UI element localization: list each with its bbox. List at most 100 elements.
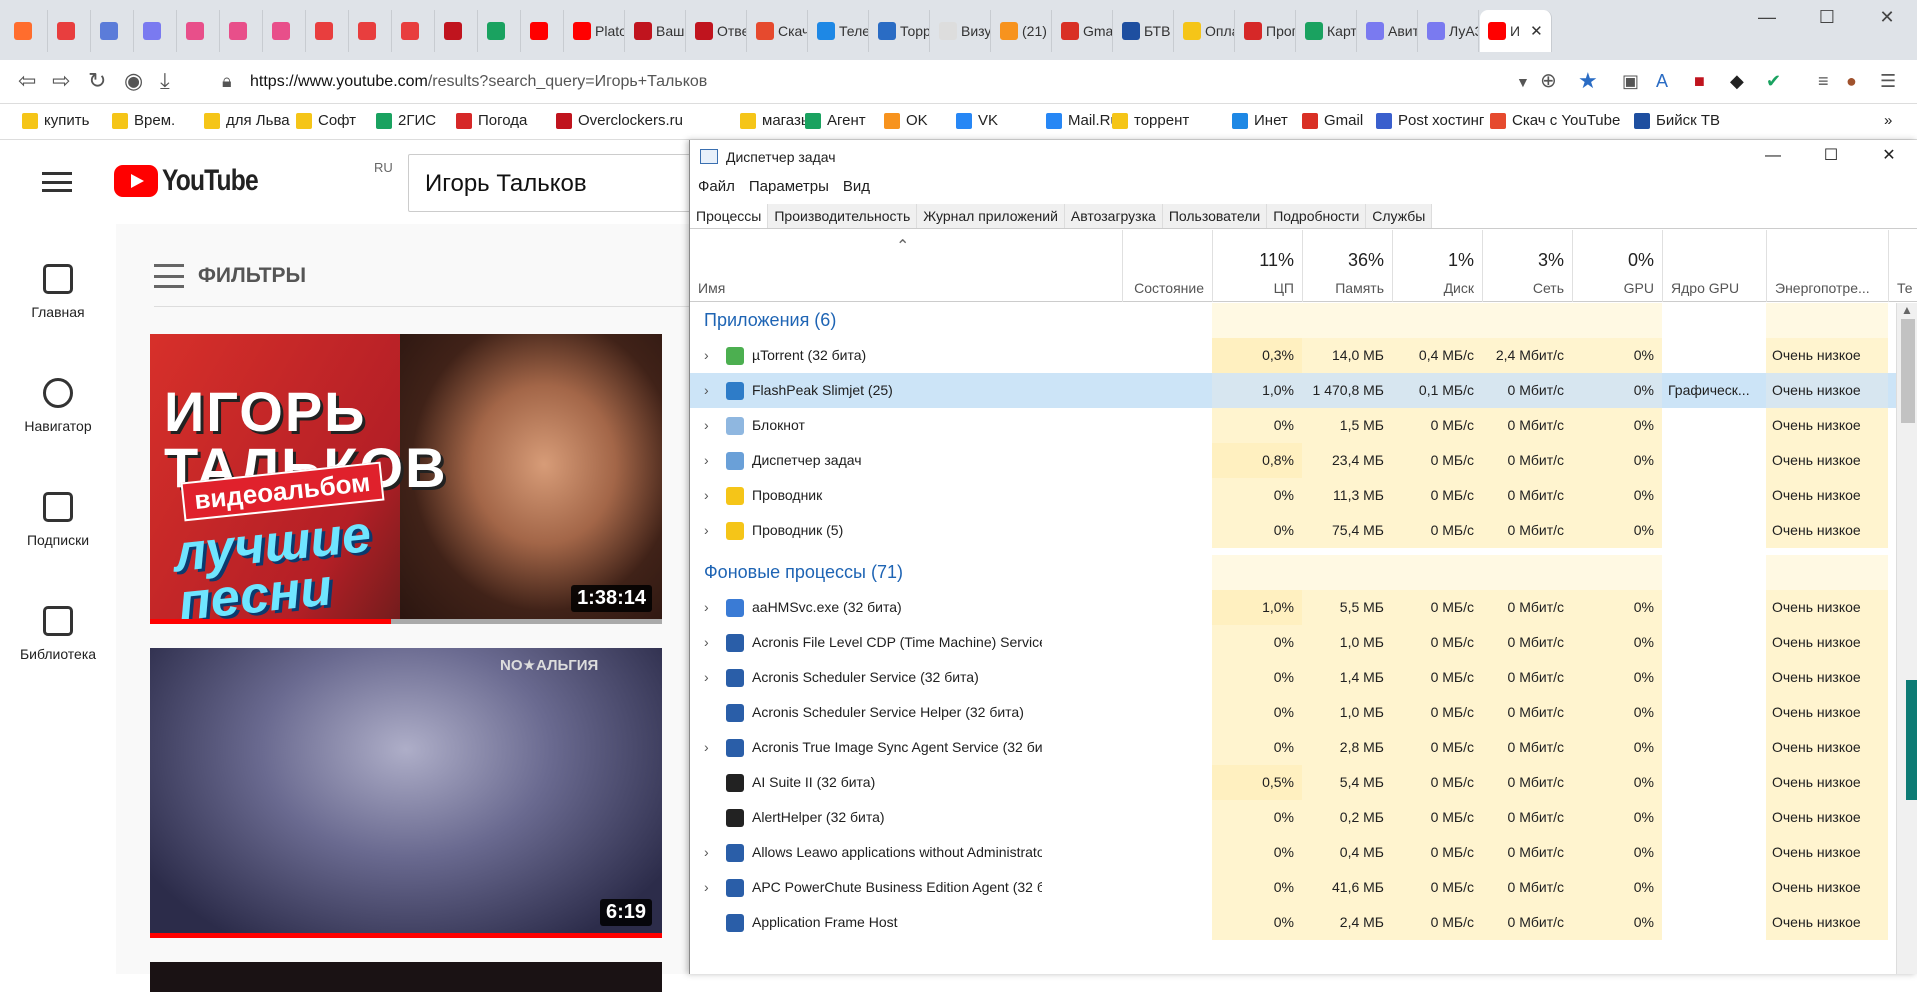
bookmark-item[interactable]: 2ГИС	[376, 112, 436, 129]
tab-users[interactable]: Пользователи	[1162, 204, 1268, 228]
column-memory[interactable]: 36% Память	[1302, 230, 1392, 302]
back-arrow-icon[interactable]: ⇦	[18, 68, 36, 94]
browser-tab[interactable]: Прог	[1236, 10, 1296, 52]
expand-chevron-icon[interactable]: ›	[704, 373, 709, 408]
bookmark-item[interactable]: Погода	[456, 112, 527, 129]
close-button[interactable]: ✕	[1860, 140, 1917, 172]
process-row[interactable]: › Acronis Scheduler Service (32 бита) 0% 1,…	[690, 660, 1896, 695]
browser-tab[interactable]: Отве	[687, 10, 747, 52]
minimize-button[interactable]: —	[1737, 0, 1797, 40]
bookmark-item[interactable]: торрент	[1112, 112, 1189, 129]
browser-tab[interactable]	[522, 10, 564, 52]
maximize-button[interactable]: ☐	[1802, 140, 1860, 172]
url-field[interactable]: https://www.youtube.com/results?search_q…	[250, 73, 707, 91]
scrollbar[interactable]: ▲	[1896, 303, 1917, 974]
bookmark-item[interactable]: Mail.Ru	[1046, 112, 1119, 129]
tab-startup[interactable]: Автозагрузка	[1064, 204, 1163, 228]
tab-details[interactable]: Подробности	[1267, 204, 1367, 228]
process-row[interactable]: › Проводник 0% 11,3 МБ 0 МБ/с 0 Мбит/с 0% Очень…	[690, 478, 1896, 513]
video-thumbnail[interactable]: ИГОРЬ ТАЛЬКОВ видеоальбом лучшие песни 1:3…	[150, 334, 662, 624]
process-row[interactable]: › Проводник (5) 0% 75,4 МБ 0 МБ/с 0 Мбит/с 0% О…	[690, 513, 1896, 548]
browser-tab[interactable]	[350, 10, 392, 52]
download-icon[interactable]: ⤓	[160, 68, 170, 94]
tab-performance[interactable]: Производительность	[768, 204, 918, 228]
sidebar-item-subscriptions[interactable]: Подписки	[0, 492, 116, 548]
browser-tab[interactable]: ЛуАЗ	[1419, 10, 1479, 52]
browser-tab[interactable]: Ваш	[626, 10, 686, 52]
extension-icon[interactable]: ■	[1694, 71, 1705, 92]
reload-icon[interactable]: ↻	[88, 68, 106, 94]
bookmark-item[interactable]: Инет	[1232, 112, 1288, 129]
hamburger-menu-icon[interactable]	[42, 172, 72, 192]
dropdown-icon[interactable]: ▼	[1516, 74, 1530, 90]
bookmark-item[interactable]: OK	[884, 112, 928, 129]
bookmark-item[interactable]: купить	[22, 112, 89, 129]
bookmark-item[interactable]: Агент	[805, 112, 866, 129]
browser-tab[interactable]	[307, 10, 349, 52]
youtube-logo[interactable]: YouTube RU	[114, 160, 393, 198]
bookmark-item[interactable]: Бийск ТВ	[1634, 112, 1720, 129]
bookmark-item[interactable]: Overclockers.ru	[556, 112, 683, 129]
bookmark-item[interactable]: Софт	[296, 112, 356, 129]
process-row[interactable]: Application Frame Host 0% 2,4 МБ 0 МБ/с 0 Мб…	[690, 905, 1896, 940]
browser-tab[interactable]: Скач	[748, 10, 808, 52]
bookmark-item[interactable]: Врем.	[112, 112, 175, 129]
browser-tab[interactable]	[264, 10, 306, 52]
video-thumbnail[interactable]	[150, 962, 662, 992]
camera-icon[interactable]: ▣	[1622, 71, 1639, 92]
browser-tab[interactable]	[436, 10, 478, 52]
bookmarks-overflow-button[interactable]: »	[1884, 112, 1892, 129]
sidebar-item-explore[interactable]: Навигатор	[0, 378, 116, 434]
bookmark-item[interactable]: Gmail	[1302, 112, 1363, 129]
minimize-button[interactable]: —	[1744, 140, 1802, 172]
process-row[interactable]: › APC PowerChute Business Edition Agent (…	[690, 870, 1896, 905]
bookmark-item[interactable]: магазы	[740, 112, 812, 129]
tab-services[interactable]: Службы	[1366, 204, 1433, 228]
expand-chevron-icon[interactable]: ›	[704, 835, 709, 870]
browser-tab[interactable]	[92, 10, 134, 52]
browser-tab[interactable]: Теле	[809, 10, 869, 52]
column-name[interactable]: Имя	[690, 230, 1122, 302]
browser-tab[interactable]	[178, 10, 220, 52]
browser-tab[interactable]: И ✕	[1480, 10, 1552, 52]
browser-tab[interactable]	[49, 10, 91, 52]
sidebar-item-library[interactable]: Библиотека	[0, 606, 116, 662]
extension-icon[interactable]: ●	[1846, 71, 1857, 92]
column-gpu-engine[interactable]: Ядро GPU	[1662, 230, 1766, 302]
expand-chevron-icon[interactable]: ›	[704, 338, 709, 373]
bookmark-item[interactable]: для Льва	[204, 112, 290, 129]
column-status[interactable]: Состояние	[1122, 230, 1212, 302]
process-row[interactable]: › aaHMSvc.exe (32 бита) 1,0% 5,5 МБ 0 МБ/с 0 …	[690, 590, 1896, 625]
browser-tab[interactable]: Торр	[870, 10, 930, 52]
extension-icon[interactable]: ◆	[1730, 71, 1744, 92]
process-row[interactable]: Acronis Scheduler Service Helper (32 бит…	[690, 695, 1896, 730]
video-thumbnail[interactable]: NO★АЛЬГИЯ 6:19	[150, 648, 662, 938]
close-tab-icon[interactable]: ✕	[1530, 22, 1543, 40]
scroll-up-icon[interactable]: ▲	[1901, 303, 1913, 317]
bookmark-item[interactable]: VK	[956, 112, 998, 129]
browser-tab[interactable]: Авит	[1358, 10, 1418, 52]
browser-tab[interactable]: (21)	[992, 10, 1052, 52]
extension-icon[interactable]: ✔	[1766, 71, 1781, 92]
shield-icon[interactable]: ◉	[124, 68, 143, 94]
browser-tab[interactable]: Опла	[1175, 10, 1235, 52]
process-row[interactable]: › Acronis File Level CDP (Time Machine) S…	[690, 625, 1896, 660]
process-row[interactable]: › Allows Leawo applications without Admin…	[690, 835, 1896, 870]
browser-tab[interactable]	[135, 10, 177, 52]
column-cpu[interactable]: 11% ЦП	[1212, 230, 1302, 302]
bookmark-item[interactable]: Post хостинг	[1376, 112, 1484, 129]
bookmark-item[interactable]: Скач с YouTube	[1490, 112, 1620, 129]
tab-processes[interactable]: Процессы	[690, 204, 769, 228]
browser-tab[interactable]: Карт	[1297, 10, 1357, 52]
process-row[interactable]: AlertHelper (32 бита) 0% 0,2 МБ 0 МБ/с 0 Мби…	[690, 800, 1896, 835]
browser-tab[interactable]: Визуальн	[931, 10, 991, 52]
browser-tab[interactable]: Plato	[565, 10, 625, 52]
maximize-button[interactable]: ☐	[1797, 0, 1857, 40]
process-row[interactable]: › µTorrent (32 бита) 0,3% 14,0 МБ 0,4 МБ/с 2,…	[690, 338, 1896, 373]
sidebar-item-home[interactable]: Главная	[0, 264, 116, 320]
column-gpu[interactable]: 0% GPU	[1572, 230, 1662, 302]
menu-file[interactable]: Файл	[698, 178, 735, 195]
browser-tab[interactable]	[479, 10, 521, 52]
process-row[interactable]: › Блокнот 0% 1,5 МБ 0 МБ/с 0 Мбит/с 0% Очень ни…	[690, 408, 1896, 443]
process-row[interactable]: › Acronis True Image Sync Agent Service (…	[690, 730, 1896, 765]
